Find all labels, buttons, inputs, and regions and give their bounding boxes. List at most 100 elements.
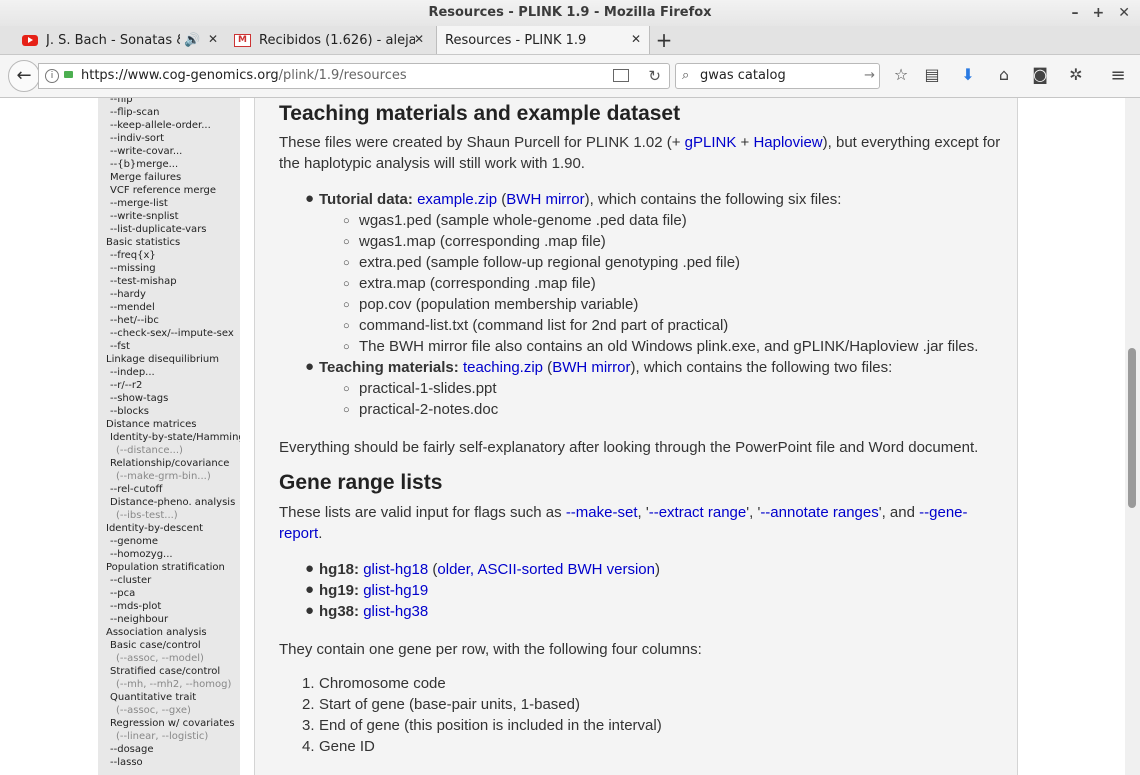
- sidebar-item[interactable]: VCF reference merge: [110, 185, 216, 196]
- sidebar-item[interactable]: --pca: [110, 588, 135, 599]
- search-go-icon[interactable]: →: [864, 64, 875, 88]
- sidebar-item[interactable]: --hardy: [110, 289, 146, 300]
- example-zip-link[interactable]: example.zip: [417, 191, 497, 208]
- maximize-button[interactable]: +: [1093, 0, 1105, 26]
- hollow-bullet-icon: ○: [343, 257, 350, 269]
- sidebar-item[interactable]: --freq{x}: [110, 250, 156, 261]
- sidebar-item[interactable]: --merge-list: [110, 198, 168, 209]
- sidebar-item[interactable]: Basic case/control: [110, 640, 201, 651]
- sidebar-item[interactable]: --write-covar...: [110, 146, 182, 157]
- sidebar-item[interactable]: --blocks: [110, 406, 149, 417]
- home-icon[interactable]: ⌂: [993, 65, 1015, 84]
- older-bwh-version-link[interactable]: older, ASCII-sorted BWH version: [437, 561, 655, 578]
- sidebar-item[interactable]: Population stratification: [106, 562, 225, 573]
- sidebar-item[interactable]: Stratified case/control: [110, 666, 220, 677]
- tutorial-data-item: Tutorial data: example.zip (BWH mirror),…: [319, 191, 841, 208]
- extract-range-link[interactable]: --extract range: [649, 504, 747, 521]
- close-window-button[interactable]: ✕: [1118, 0, 1130, 26]
- sidebar-item[interactable]: --dosage: [110, 744, 154, 755]
- minimize-button[interactable]: –: [1072, 0, 1079, 26]
- sidebar-item[interactable]: Regression w/ covariates: [110, 718, 235, 729]
- hollow-bullet-icon: ○: [343, 278, 350, 290]
- info-icon[interactable]: i: [45, 69, 59, 83]
- sidebar-item[interactable]: --indep...: [110, 367, 155, 378]
- download-icon[interactable]: ⬇: [957, 65, 979, 84]
- sidebar-item[interactable]: Merge failures: [110, 172, 181, 183]
- bwh-mirror-link[interactable]: BWH mirror: [552, 359, 630, 376]
- sidebar-item[interactable]: (--assoc, --model): [116, 653, 204, 664]
- sidebar-item[interactable]: --test-mishap: [110, 276, 177, 287]
- search-bar[interactable]: ⌕ gwas catalog →: [675, 63, 880, 89]
- sidebar-item[interactable]: --list-duplicate-vars: [110, 224, 207, 235]
- sidebar-item[interactable]: --flip: [110, 98, 133, 105]
- sidebar-item[interactable]: --fst: [110, 341, 130, 352]
- sidebar-item[interactable]: (--assoc, --gxe): [116, 705, 191, 716]
- search-icon: ⌕: [682, 68, 690, 83]
- gplink-link[interactable]: gPLINK: [685, 134, 737, 151]
- sidebar-item[interactable]: --mds-plot: [110, 601, 161, 612]
- pocket-icon[interactable]: ◙: [1029, 65, 1051, 84]
- tab-youtube[interactable]: J. S. Bach - Sonatas & Pa 🔊 ✕: [22, 26, 226, 54]
- sidebar-item[interactable]: --indiv-sort: [110, 133, 164, 144]
- sidebar-item[interactable]: Linkage disequilibrium: [106, 354, 219, 365]
- sidebar-item[interactable]: --genome: [110, 536, 158, 547]
- search-input[interactable]: gwas catalog: [700, 64, 786, 88]
- url-bar[interactable]: i https://www.cog-genomics.org/plink/1.9…: [38, 63, 670, 89]
- sidebar-item[interactable]: (--distance...): [116, 445, 183, 456]
- sidebar-item[interactable]: --show-tags: [110, 393, 168, 404]
- sidebar-item[interactable]: (--make-grm-bin...): [116, 471, 211, 482]
- bookmark-star-icon[interactable]: ☆: [890, 65, 912, 84]
- sidebar-item[interactable]: (--mh, --mh2, --homog): [116, 679, 231, 690]
- sidebar-item[interactable]: --keep-allele-order...: [110, 120, 211, 131]
- sidebar-item[interactable]: (--ibs-test...): [116, 510, 178, 521]
- new-tab-button[interactable]: +: [652, 26, 676, 54]
- sidebar-item[interactable]: --r/--r2: [110, 380, 142, 391]
- gene-report-link[interactable]: report: [279, 525, 318, 542]
- sidebar-item[interactable]: Identity-by-descent: [106, 523, 203, 534]
- sidebar-item[interactable]: Basic statistics: [106, 237, 180, 248]
- reader-view-icon[interactable]: [613, 69, 629, 82]
- sidebar-item[interactable]: --lasso: [110, 757, 143, 768]
- tab-plink-resources[interactable]: Resources - PLINK 1.9 ✕: [436, 26, 650, 54]
- close-tab-icon[interactable]: ✕: [208, 32, 218, 46]
- sidebar-item[interactable]: (--linear, --logistic): [116, 731, 208, 742]
- speaker-icon[interactable]: 🔊: [184, 33, 200, 48]
- sidebar-item[interactable]: --het/--ibc: [110, 315, 159, 326]
- close-tab-icon[interactable]: ✕: [414, 32, 424, 46]
- menu-icon[interactable]: ≡: [1107, 65, 1129, 86]
- gene-report-link[interactable]: --gene-: [919, 504, 967, 521]
- sidebar-item[interactable]: --missing: [110, 263, 156, 274]
- sidebar-item[interactable]: --homozyg...: [110, 549, 173, 560]
- make-set-link[interactable]: --make-set: [566, 504, 638, 521]
- sidebar-item[interactable]: Distance-pheno. analysis: [110, 497, 235, 508]
- close-tab-icon[interactable]: ✕: [631, 32, 641, 46]
- sidebar-item[interactable]: Relationship/covariance: [110, 458, 229, 469]
- teaching-zip-link[interactable]: teaching.zip: [463, 359, 543, 376]
- sidebar-item[interactable]: --rel-cutoff: [110, 484, 162, 495]
- tutorial-file-item: extra.map (corresponding .map file): [359, 275, 596, 292]
- sidebar-item[interactable]: Identity-by-state/Hamming: [110, 432, 240, 443]
- sidebar-item[interactable]: Quantitative trait: [110, 692, 196, 703]
- sidebar-item[interactable]: --cluster: [110, 575, 151, 586]
- tab-gmail[interactable]: M Recibidos (1.626) - alejandr ✕: [234, 26, 432, 54]
- sidebar-item[interactable]: Association analysis: [106, 627, 207, 638]
- sidebar-item[interactable]: --neighbour: [110, 614, 168, 625]
- glist-hg18-link[interactable]: glist-hg18: [363, 561, 428, 578]
- page-scrollbar[interactable]: [1125, 98, 1140, 775]
- back-button[interactable]: ←: [8, 60, 40, 92]
- reading-list-icon[interactable]: ▤: [921, 65, 943, 84]
- annotate-ranges-link[interactable]: --annotate ranges: [760, 504, 878, 521]
- scrollbar-thumb[interactable]: [1128, 348, 1136, 508]
- sidebar-item[interactable]: --check-sex/--impute-sex: [110, 328, 234, 339]
- sidebar-item[interactable]: --{b}merge...: [110, 159, 178, 170]
- sidebar-item[interactable]: --write-snplist: [110, 211, 179, 222]
- sidebar-item[interactable]: --mendel: [110, 302, 155, 313]
- glist-hg38-link[interactable]: glist-hg38: [363, 603, 428, 620]
- sidebar-item[interactable]: Distance matrices: [106, 419, 196, 430]
- extension-icon[interactable]: ✲: [1065, 65, 1087, 84]
- haploview-link[interactable]: Haploview: [753, 134, 822, 151]
- sidebar-item[interactable]: --flip-scan: [110, 107, 159, 118]
- reload-icon[interactable]: ↻: [648, 64, 661, 88]
- glist-hg19-link[interactable]: glist-hg19: [363, 582, 428, 599]
- bwh-mirror-link[interactable]: BWH mirror: [506, 191, 584, 208]
